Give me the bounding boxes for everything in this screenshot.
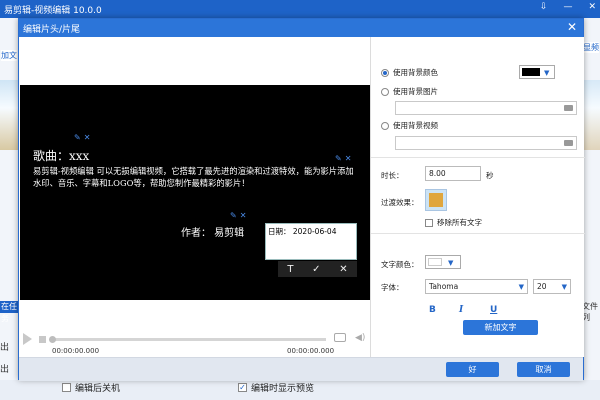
seek-knob[interactable] (49, 336, 56, 343)
text-color-picker[interactable]: ▼ (425, 255, 461, 269)
settings-panel: 使用背景颜色 ▼ 使用背景图片 使用背景视频 时长： 8.00 秒 过渡效果： … (370, 37, 585, 357)
body-edit-icons: ✎ ✕ (335, 154, 351, 163)
folder-icon[interactable] (564, 105, 573, 111)
duration-input[interactable]: 8.00 (425, 166, 481, 181)
add-file-label[interactable]: 加文 (1, 50, 17, 61)
chevron-down-icon: ▼ (448, 259, 454, 267)
duration-unit: 秒 (486, 171, 494, 180)
task-bar-label[interactable]: 在任务 (0, 301, 18, 323)
bg-video-radio[interactable]: 使用背景视频 (381, 120, 438, 131)
font-select-value: Tahoma (429, 282, 459, 291)
pencil-icon[interactable]: ✎ (74, 133, 81, 142)
delete-icon[interactable]: ✕ (84, 133, 91, 142)
output-label: 出 (0, 343, 10, 353)
preview-label: 显频 (583, 42, 599, 53)
app-right-panel: 显频 文件列 (582, 18, 600, 400)
output-label-2: 出 (0, 365, 10, 375)
radio-dot[interactable] (381, 68, 389, 77)
pencil-icon[interactable]: ✎ (335, 154, 342, 163)
app-bottom-bar: 编辑后关机 ✓ 编辑时显示预览 (0, 380, 600, 400)
bg-color-picker[interactable]: ▼ (519, 65, 555, 79)
dialog-footer: 好 取消 (19, 357, 583, 381)
chevron-down-icon: ▼ (561, 283, 567, 291)
bg-image-radio[interactable]: 使用背景图片 (381, 86, 438, 97)
dialog-close-button[interactable]: ✕ (567, 20, 577, 34)
app-title: 易剪辑-视频编辑 10.0.0 (4, 6, 102, 16)
author-edit-icons: ✎ ✕ (230, 211, 246, 220)
text-color-label: 文字颜色： (381, 260, 419, 269)
bold-button[interactable]: B (429, 305, 436, 315)
volume-icon[interactable]: ◀) (355, 333, 365, 343)
bg-image-path-field[interactable] (395, 101, 577, 115)
radio-dot[interactable] (381, 87, 389, 96)
delete-icon[interactable]: ✕ (240, 211, 247, 220)
video-thumbnail-right (582, 80, 600, 150)
font-label: 字体： (381, 283, 404, 292)
dialog-title-bar: 编辑片头/片尾 ✕ (19, 19, 583, 37)
transition-label: 过渡效果： (381, 198, 419, 207)
bg-color-radio[interactable]: 使用背景颜色 (381, 67, 438, 78)
current-time: 00:00:00.000 (52, 347, 100, 355)
chevron-down-icon: ▼ (544, 69, 550, 77)
radio-dot[interactable] (381, 121, 389, 130)
player-controls: 00:00:00.000 00:00:00.000 ◀) (19, 330, 371, 357)
folder-icon[interactable] (564, 140, 573, 146)
total-time: 00:00:00.000 (287, 347, 335, 355)
divider (371, 157, 585, 158)
app-title-bar: 易剪辑-视频编辑 10.0.0 ⇩ — ✕ (0, 0, 600, 18)
show-preview-checkbox[interactable]: ✓ 编辑时显示预览 (238, 381, 314, 394)
remove-all-text-checkbox[interactable]: 移除所有文字 (425, 217, 482, 228)
bg-color-swatch (522, 68, 540, 76)
preview-canvas[interactable]: ✎ ✕ 歌曲：xxx ✎ ✕ 易剪辑-视频编辑 可以无损编辑视频，它搭载了最先进… (20, 85, 370, 300)
font-size-value: 20 (537, 282, 547, 291)
title-edit-icons: ✎ ✕ (74, 133, 90, 142)
download-icon[interactable]: ⇩ (540, 2, 548, 12)
bg-video-path-field[interactable] (395, 136, 577, 150)
stop-icon[interactable] (39, 336, 46, 343)
edit-intro-outro-dialog: 编辑片头/片尾 ✕ ✎ ✕ 歌曲：xxx ✎ ✕ 易剪辑-视频编辑 可以无损编辑… (18, 18, 585, 381)
seek-track[interactable] (51, 338, 326, 341)
font-size-select[interactable]: 20 ▼ (533, 279, 571, 294)
delete-icon[interactable]: ✕ (345, 154, 352, 163)
preview-author-text[interactable]: 作者： 易剪辑 (181, 224, 244, 239)
shutdown-after-edit-checkbox[interactable]: 编辑后关机 (62, 381, 120, 394)
text-format-icon[interactable]: T (287, 264, 293, 275)
preview-date-text[interactable]: 日期： 2020-06-04 (268, 226, 336, 237)
cancel-button[interactable]: 取消 (517, 362, 570, 377)
chevron-down-icon: ▼ (518, 283, 524, 291)
snapshot-icon[interactable] (334, 333, 346, 342)
pencil-icon[interactable]: ✎ (230, 211, 237, 220)
preview-title-text[interactable]: 歌曲：xxx (33, 147, 89, 164)
checkbox-box[interactable] (62, 383, 71, 392)
font-select[interactable]: Tahoma ▼ (425, 279, 528, 294)
underline-button[interactable]: U (490, 305, 497, 315)
text-color-swatch (428, 258, 442, 266)
cancel-icon[interactable]: ✕ (339, 264, 347, 275)
play-icon[interactable] (23, 333, 32, 345)
transition-effect-thumbnail[interactable] (425, 189, 447, 211)
ok-button[interactable]: 好 (446, 362, 499, 377)
minimize-button[interactable]: — (563, 2, 572, 12)
checkbox-box[interactable] (425, 218, 433, 227)
window-controls: ⇩ — ✕ (540, 2, 596, 12)
preview-body-text[interactable]: 易剪辑-视频编辑 可以无损编辑视频，它搭载了最先进的渲染和过渡特效，能为影片添加… (33, 165, 357, 189)
duration-label: 时长： (381, 171, 404, 180)
text-edit-toolbar: T ✓ ✕ (278, 261, 357, 277)
add-text-button[interactable]: 新加文字 (463, 320, 538, 335)
video-thumbnail-left (0, 80, 18, 150)
checkbox-box-checked[interactable]: ✓ (238, 383, 247, 392)
confirm-icon[interactable]: ✓ (312, 264, 320, 275)
italic-button[interactable]: I (459, 305, 463, 315)
preview-date-textbox[interactable]: 日期： 2020-06-04 (265, 223, 357, 260)
app-left-panel: 加文 在任务 出 出 (0, 18, 18, 400)
divider (371, 233, 585, 234)
close-app-button[interactable]: ✕ (588, 2, 596, 12)
file-list-label: 文件列 (582, 302, 598, 322)
dialog-title: 编辑片头/片尾 (23, 25, 81, 35)
